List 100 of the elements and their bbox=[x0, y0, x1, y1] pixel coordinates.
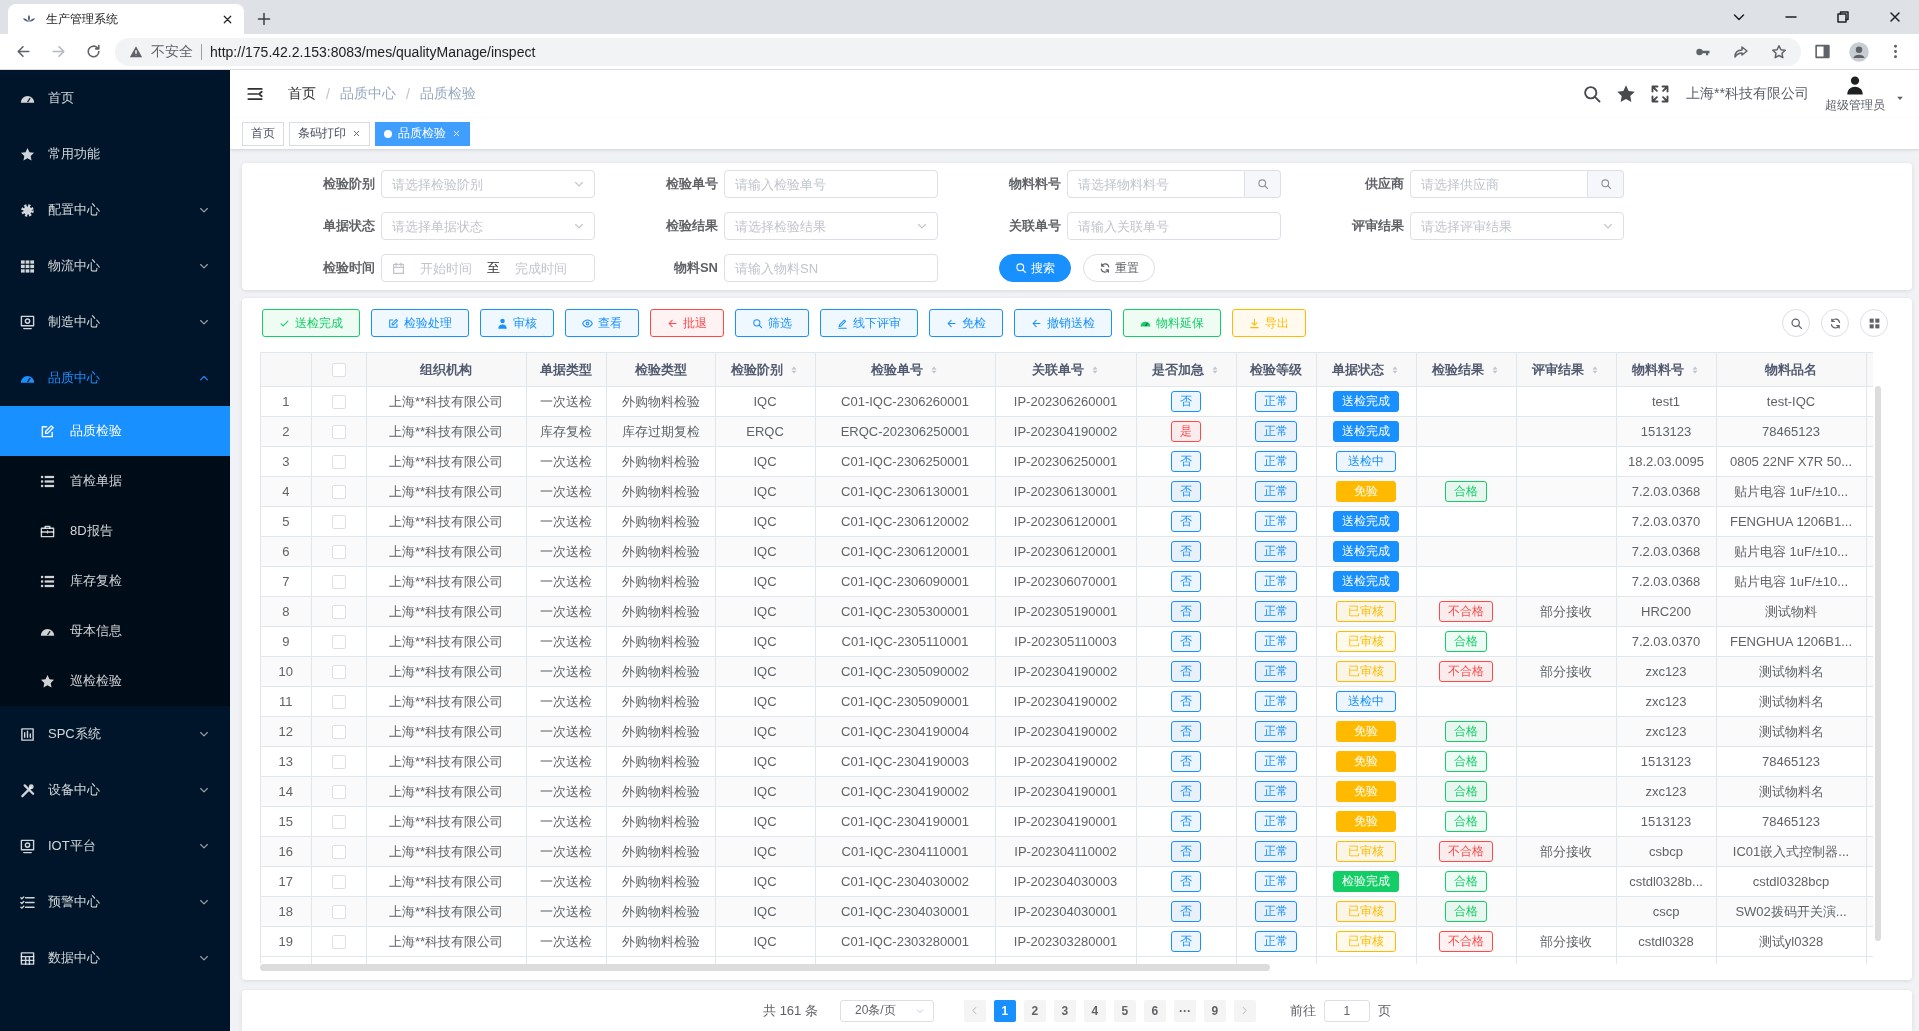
row-checkbox[interactable] bbox=[331, 425, 346, 440]
row-checkbox[interactable] bbox=[331, 755, 346, 770]
sort-icon[interactable] bbox=[929, 364, 939, 375]
sidebar-subitem[interactable]: 母本信息 bbox=[0, 606, 230, 656]
page-tab[interactable]: 首页 bbox=[242, 121, 284, 146]
sidebar-item[interactable]: 配置中心 bbox=[0, 182, 230, 238]
tool-button[interactable] bbox=[1860, 309, 1888, 337]
page-button[interactable]: 4 bbox=[1083, 999, 1106, 1022]
new-tab-icon[interactable] bbox=[256, 11, 272, 27]
page-button[interactable]: ··· bbox=[1173, 999, 1196, 1022]
row-checkbox[interactable] bbox=[331, 575, 346, 590]
row-checkbox[interactable] bbox=[331, 635, 346, 650]
row-checkbox[interactable] bbox=[331, 725, 346, 740]
page-button[interactable]: 9 bbox=[1203, 999, 1226, 1022]
page-button[interactable]: 3 bbox=[1053, 999, 1076, 1022]
table-cell: 测试物料名 bbox=[1716, 716, 1866, 747]
row-checkbox[interactable] bbox=[331, 875, 346, 890]
sort-icon[interactable] bbox=[789, 364, 799, 375]
row-checkbox[interactable] bbox=[331, 545, 346, 560]
page-button[interactable]: 2 bbox=[1023, 999, 1046, 1022]
input-field[interactable]: 请选择物料料号 bbox=[1067, 170, 1245, 198]
scrollbar[interactable] bbox=[1875, 386, 1881, 941]
user-name[interactable]: 超级管理员 bbox=[1825, 96, 1885, 114]
row-checkbox[interactable] bbox=[331, 785, 346, 800]
row-checkbox[interactable] bbox=[331, 515, 346, 530]
search-icon bbox=[1256, 178, 1269, 190]
select-field[interactable]: 请选择评审结果 bbox=[1410, 212, 1624, 240]
row-checkbox[interactable] bbox=[331, 935, 346, 950]
input-field[interactable]: 请输入物料SN bbox=[724, 254, 938, 282]
row-checkbox[interactable] bbox=[331, 905, 346, 920]
tool-button[interactable] bbox=[1782, 309, 1810, 337]
select-field[interactable]: 请选择检验结果 bbox=[724, 212, 938, 240]
date-range-field[interactable]: 开始时间 至 完成时间 bbox=[381, 254, 595, 282]
sidebar-subitem[interactable]: 8D报告 bbox=[0, 506, 230, 556]
row-checkbox[interactable] bbox=[331, 485, 346, 500]
sidebar-subitem[interactable]: 首检单据 bbox=[0, 456, 230, 506]
sidebar-item[interactable]: 设备中心 bbox=[0, 762, 230, 818]
side-panel-icon[interactable] bbox=[1814, 43, 1831, 60]
tool-button[interactable] bbox=[1821, 309, 1849, 337]
sidebar-item[interactable]: 首页 bbox=[0, 70, 230, 126]
reload-icon[interactable] bbox=[85, 43, 102, 60]
fullscreen-icon[interactable] bbox=[1650, 84, 1671, 104]
reset-button[interactable]: 重置 bbox=[1083, 254, 1155, 282]
page-button[interactable]: 6 bbox=[1143, 999, 1166, 1022]
sort-icon[interactable] bbox=[1490, 364, 1500, 375]
input-field[interactable]: 请输入检验单号 bbox=[724, 170, 938, 198]
sort-icon[interactable] bbox=[1210, 364, 1220, 375]
sort-icon[interactable] bbox=[1390, 364, 1400, 375]
page-button[interactable]: 5 bbox=[1113, 999, 1136, 1022]
sidebar-item[interactable]: 预警中心 bbox=[0, 874, 230, 930]
end-date-input[interactable]: 完成时间 bbox=[508, 260, 574, 276]
sidebar-subitem[interactable]: 库存复检 bbox=[0, 556, 230, 606]
sidebar-item[interactable]: 品质中心 bbox=[0, 350, 230, 406]
select-field[interactable]: 请选择检验阶别 bbox=[381, 170, 595, 198]
sidebar-item[interactable]: 常用功能 bbox=[0, 126, 230, 182]
arrow-left-icon[interactable] bbox=[15, 43, 32, 60]
sidebar-item[interactable]: SPC系统 bbox=[0, 706, 230, 762]
sort-icon[interactable] bbox=[1690, 364, 1700, 375]
table-cell: 测试yl0328 bbox=[1716, 926, 1866, 957]
search-button[interactable] bbox=[1588, 170, 1624, 198]
page-tab[interactable]: 条码打印 bbox=[289, 121, 370, 146]
prev-page-button[interactable] bbox=[963, 999, 986, 1022]
row-checkbox[interactable] bbox=[331, 695, 346, 710]
address-bar[interactable]: 不安全 http://175.42.2.153:8083/mes/qualityManage/inspect bbox=[115, 37, 1801, 66]
row-checkbox[interactable] bbox=[331, 395, 346, 410]
sidebar-item[interactable]: 物流中心 bbox=[0, 238, 230, 294]
breadcrumb-item[interactable]: 首页 bbox=[288, 85, 316, 103]
share-icon[interactable] bbox=[1733, 43, 1749, 60]
page-size-select[interactable]: 20条/页 bbox=[839, 999, 934, 1022]
sort-icon[interactable] bbox=[1590, 364, 1600, 375]
sidebar-item[interactable]: IOT平台 bbox=[0, 818, 230, 874]
row-checkbox[interactable] bbox=[331, 665, 346, 680]
sidebar-item[interactable]: 制造中心 bbox=[0, 294, 230, 350]
star-icon[interactable] bbox=[1771, 43, 1787, 60]
restore-icon[interactable] bbox=[1835, 9, 1851, 25]
search-button[interactable] bbox=[1245, 170, 1281, 198]
row-checkbox[interactable] bbox=[331, 815, 346, 830]
sidebar-item[interactable]: 数据中心 bbox=[0, 930, 230, 986]
arrow-right-icon[interactable] bbox=[50, 43, 67, 60]
star-icon[interactable] bbox=[1616, 84, 1637, 104]
sidebar-subitem[interactable]: 巡检检验 bbox=[0, 656, 230, 706]
input-field[interactable]: 请输入关联单号 bbox=[1067, 212, 1281, 240]
table-cell: 上海**科技有限公司 bbox=[366, 476, 526, 507]
select-all-checkbox[interactable] bbox=[331, 363, 346, 378]
select-field[interactable]: 请选择单据状态 bbox=[381, 212, 595, 240]
user-icon[interactable] bbox=[1845, 74, 1865, 95]
row-checkbox[interactable] bbox=[331, 455, 346, 470]
scrollbar[interactable] bbox=[260, 964, 1270, 971]
browser-tab[interactable]: 生产管理系统 bbox=[8, 4, 244, 34]
search-icon[interactable] bbox=[1582, 84, 1603, 104]
row-checkbox[interactable] bbox=[331, 845, 346, 860]
close-icon[interactable] bbox=[1887, 9, 1903, 25]
start-date-input[interactable]: 开始时间 bbox=[413, 260, 479, 276]
row-checkbox[interactable] bbox=[331, 605, 346, 620]
input-field[interactable]: 请选择供应商 bbox=[1410, 170, 1588, 198]
avatar-icon[interactable] bbox=[1849, 41, 1869, 62]
page-input[interactable]: 1 bbox=[1323, 999, 1370, 1022]
menu-icon[interactable] bbox=[246, 85, 264, 103]
next-page-button[interactable] bbox=[1233, 999, 1256, 1022]
grade-tag: 正常 bbox=[1255, 571, 1297, 592]
